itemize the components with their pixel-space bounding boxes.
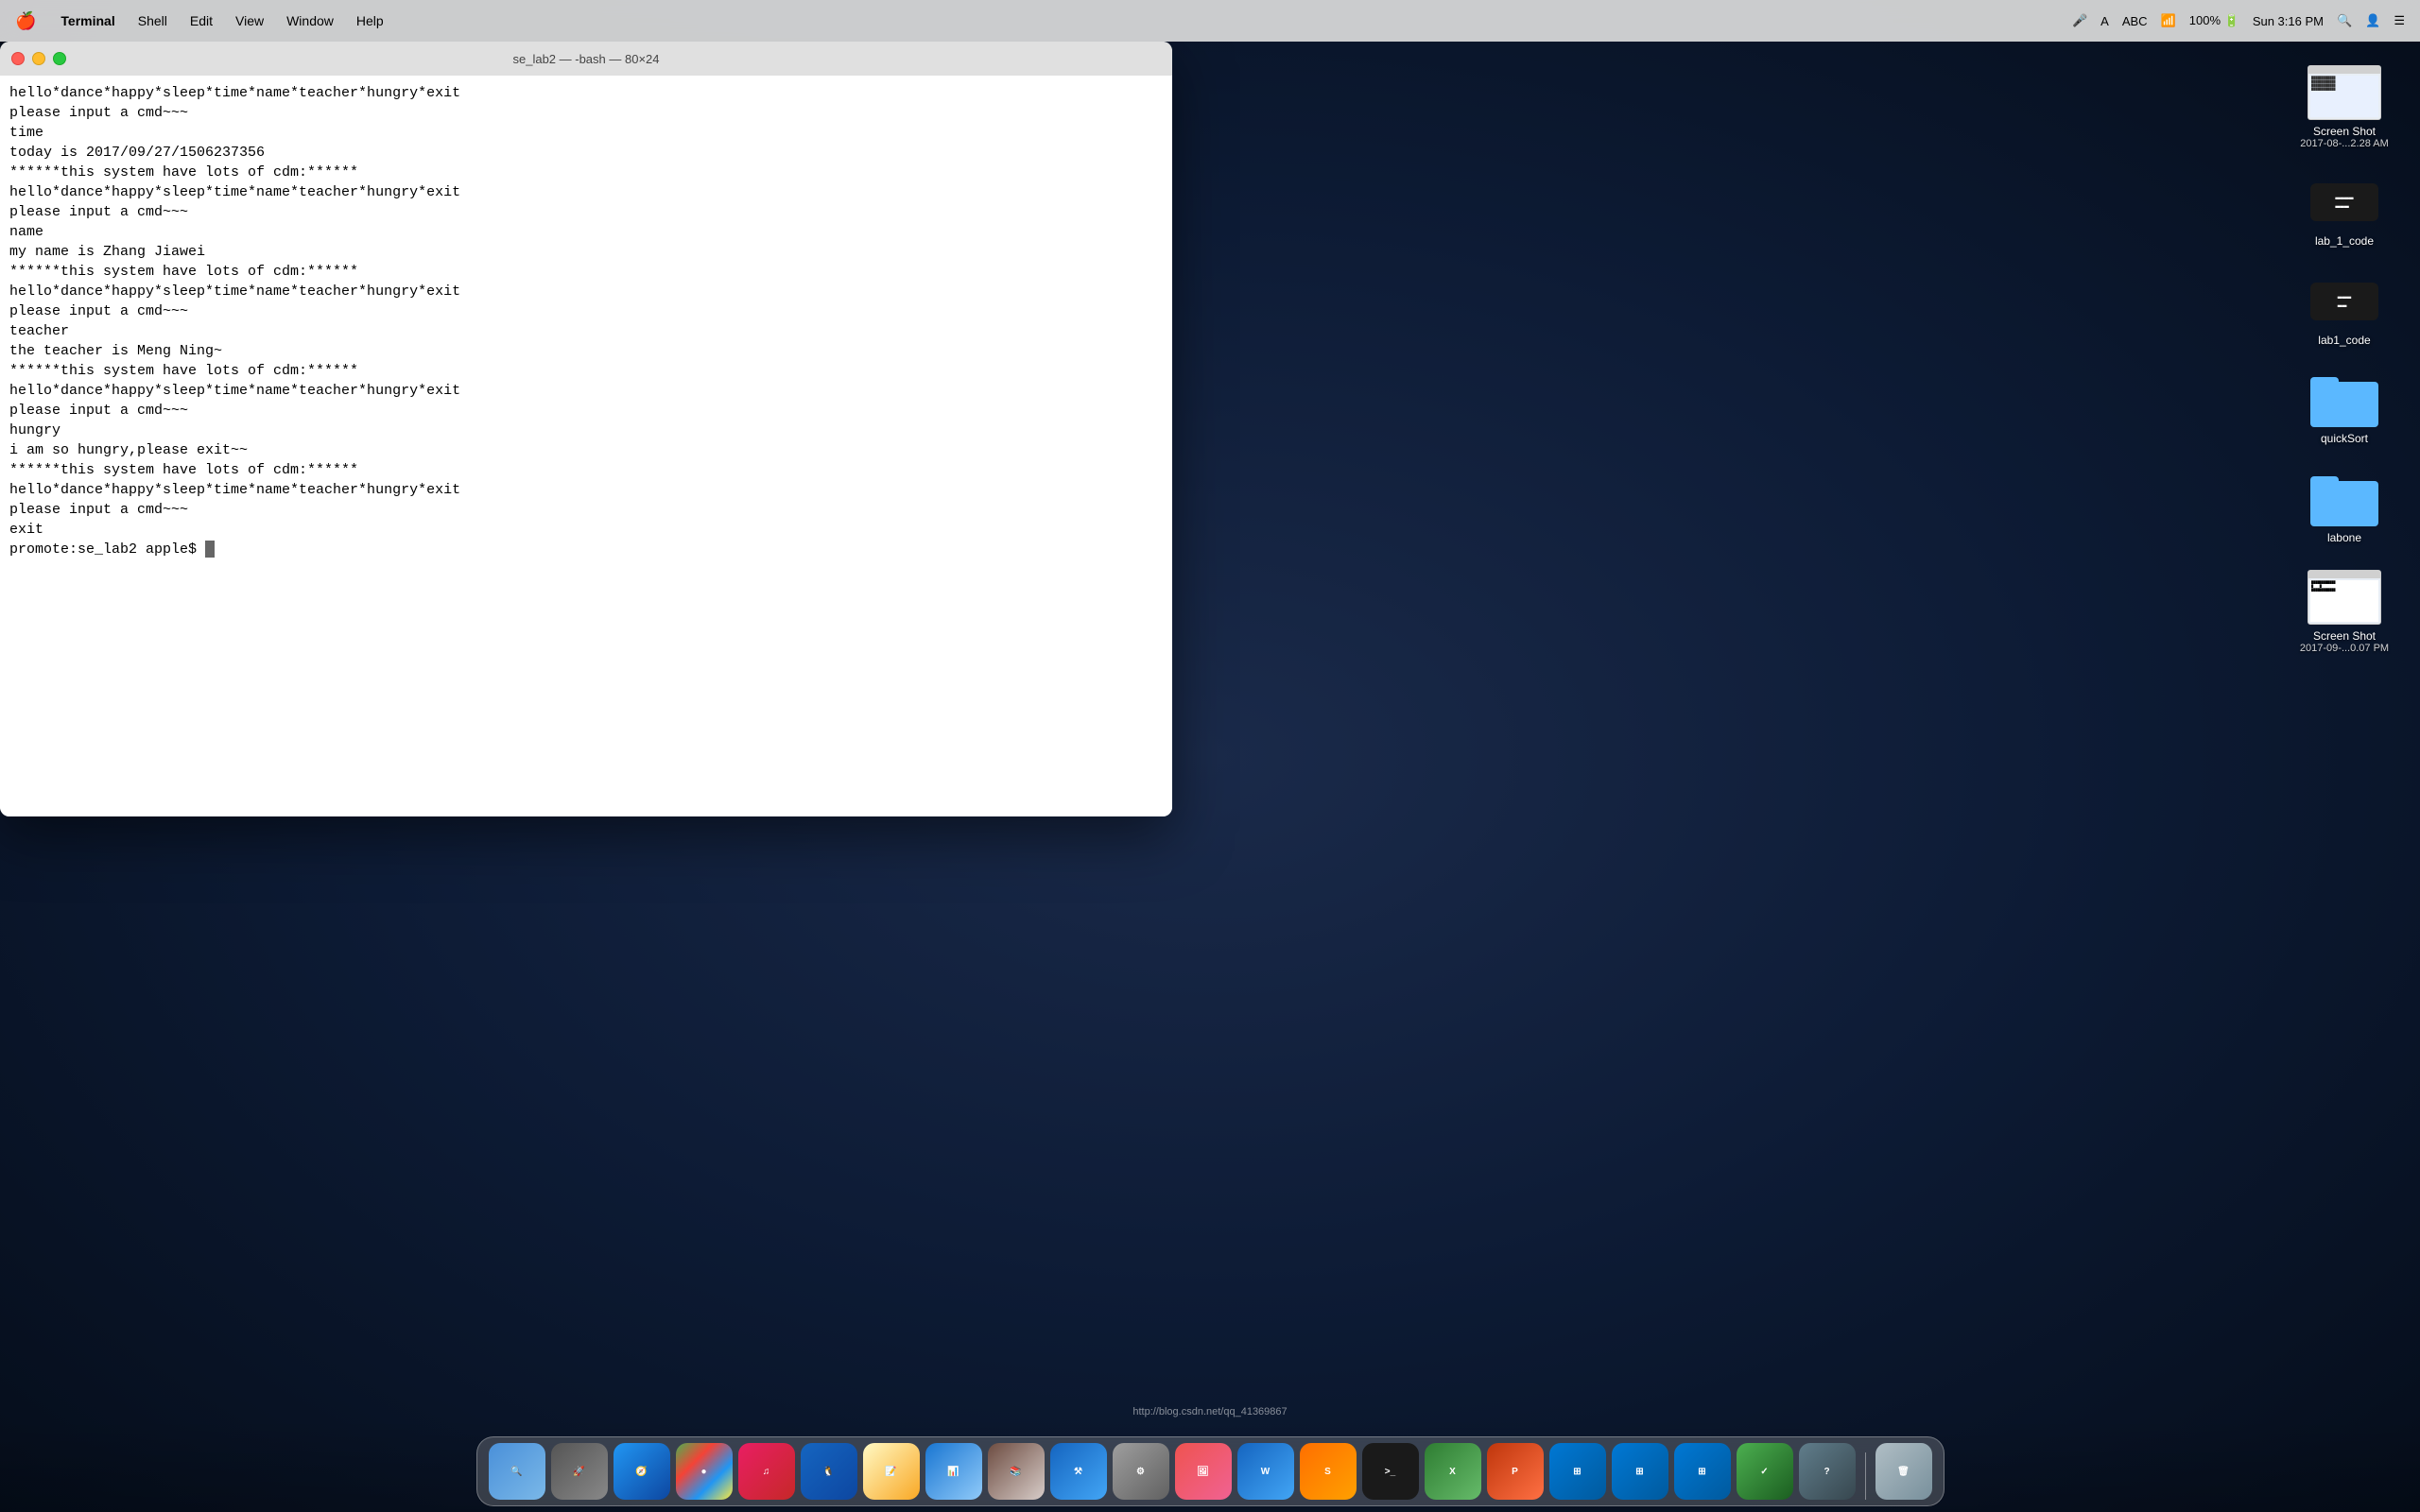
screenshot1-label: Screen Shot [2313, 125, 2376, 138]
dock-item-trash[interactable]: 🗑 [1876, 1443, 1932, 1500]
dock-item-notes[interactable]: 📝 [863, 1443, 920, 1500]
dock-item-sublime[interactable]: S [1300, 1443, 1357, 1500]
dock-item-ibooks[interactable]: 📚 [988, 1443, 1045, 1500]
quicksort-folder-icon [2307, 371, 2382, 428]
menubar-shell[interactable]: Shell [129, 11, 177, 30]
maximize-button[interactable] [53, 52, 66, 65]
screenshot1-icon: ████████████ ████████████ ████████████ █… [2307, 64, 2382, 121]
screenshot2-icon: ████████████ █ █ ████████████ [2307, 569, 2382, 626]
dock-item-launchpad[interactable]: 🚀 [551, 1443, 608, 1500]
quicksort-label: quickSort [2321, 432, 2368, 445]
lab1code1-label: lab_1_code [2315, 234, 2374, 248]
menubar-edit[interactable]: Edit [181, 11, 222, 30]
dock-item-qq[interactable]: 🐧 [801, 1443, 857, 1500]
text-icon: A [2100, 14, 2109, 28]
desktop-icon-labone[interactable]: labone [2278, 463, 2411, 552]
minimize-button[interactable] [32, 52, 45, 65]
dock-item-chrome[interactable]: ● [676, 1443, 733, 1500]
dock-item-music[interactable]: ♫ [738, 1443, 795, 1500]
menubar-view[interactable]: View [226, 11, 273, 30]
dock-item-xcode[interactable]: ⚒ [1050, 1443, 1107, 1500]
dock: 🔍🚀🧭●♫🐧📝📊📚⚒⚙🖼WS>_XP⊞⊞⊞✓?🗑 [0, 1418, 2420, 1512]
desktop: 🍎 Terminal Shell Edit View Window Help 🎤… [0, 0, 2420, 1512]
terminal-title: se_lab2 — -bash — 80×24 [512, 52, 659, 66]
dock-item-ppt[interactable]: P [1487, 1443, 1544, 1500]
menubar-window[interactable]: Window [277, 11, 343, 30]
labone-label: labone [2327, 531, 2361, 544]
dock-inner: 🔍🚀🧭●♫🐧📝📊📚⚒⚙🖼WS>_XP⊞⊞⊞✓?🗑 [476, 1436, 1945, 1506]
desktop-icons-panel: ████████████ ████████████ ████████████ █… [2269, 47, 2420, 680]
dock-item-windows[interactable]: ⊞ [1549, 1443, 1606, 1500]
screenshot2-sublabel: 2017-09-...0.07 PM [2300, 643, 2389, 654]
dock-item-terminal[interactable]: >_ [1362, 1443, 1419, 1500]
menubar-right: 🎤 A ABC 📶 100% 🔋 Sun 3:16 PM 🔍 👤 ☰ [2072, 13, 2405, 28]
apple-menu[interactable]: 🍎 [15, 11, 36, 31]
close-button[interactable] [11, 52, 25, 65]
dock-item-system[interactable]: ⚙ [1113, 1443, 1169, 1500]
dock-item-safari[interactable]: 🧭 [614, 1443, 670, 1500]
terminal-titlebar: se_lab2 — -bash — 80×24 [0, 42, 1172, 76]
terminal-cursor [205, 541, 215, 558]
search-icon[interactable]: 🔍 [2337, 13, 2352, 28]
battery-status: 100% 🔋 [2189, 13, 2239, 28]
abc-label: ABC [2122, 14, 2148, 28]
clock: Sun 3:16 PM [2253, 14, 2324, 28]
user-avatar: 👤 [2365, 13, 2380, 28]
dock-item-word[interactable]: W [1237, 1443, 1294, 1500]
control-icon[interactable]: ☰ [2394, 13, 2405, 28]
dock-item-excel[interactable]: X [1425, 1443, 1481, 1500]
dock-separator [1865, 1452, 1866, 1500]
wifi-icon: 📶 [2161, 13, 2176, 28]
lab1code2-icon: ▬▬▬▬▬ [2307, 273, 2382, 330]
labone-folder-icon [2307, 471, 2382, 527]
dock-item-unknown[interactable]: ? [1799, 1443, 1856, 1500]
desktop-icon-screenshot2[interactable]: ████████████ █ █ ████████████ Screen Sho… [2278, 561, 2411, 662]
menubar-terminal[interactable]: Terminal [51, 11, 124, 30]
dock-item-keynote[interactable]: 📊 [925, 1443, 982, 1500]
lab1code1-icon: ▬▬▬▬▬▬▬ [2307, 174, 2382, 231]
menubar-help[interactable]: Help [347, 11, 393, 30]
dock-item-windows2[interactable]: ⊞ [1612, 1443, 1668, 1500]
dock-item-task[interactable]: ✓ [1737, 1443, 1793, 1500]
menubar-items: Terminal Shell Edit View Window Help [51, 11, 392, 30]
desktop-icon-lab1code1[interactable]: ▬▬▬▬▬▬▬ lab_1_code [2278, 166, 2411, 255]
menubar: 🍎 Terminal Shell Edit View Window Help 🎤… [0, 0, 2420, 42]
dock-item-windows3[interactable]: ⊞ [1674, 1443, 1731, 1500]
desktop-icon-quicksort[interactable]: quickSort [2278, 364, 2411, 453]
terminal-body[interactable]: hello*dance*happy*sleep*time*name*teache… [0, 76, 1172, 816]
lab1code2-label: lab1_code [2318, 334, 2370, 347]
screenshot1-sublabel: 2017-08-...2.28 AM [2300, 138, 2389, 149]
terminal-window: se_lab2 — -bash — 80×24 hello*dance*happ… [0, 42, 1172, 816]
dock-item-finder[interactable]: 🔍 [489, 1443, 545, 1500]
dock-item-preview[interactable]: 🖼 [1175, 1443, 1232, 1500]
desktop-icon-lab1code2[interactable]: ▬▬▬▬▬ lab1_code [2278, 266, 2411, 354]
desktop-icon-screenshot1[interactable]: ████████████ ████████████ ████████████ █… [2278, 57, 2411, 157]
status-link: http://blog.csdn.net/qq_41369867 [1132, 1406, 1287, 1418]
screenshot2-label: Screen Shot [2313, 629, 2376, 643]
dictation-icon: 🎤 [2072, 13, 2087, 28]
